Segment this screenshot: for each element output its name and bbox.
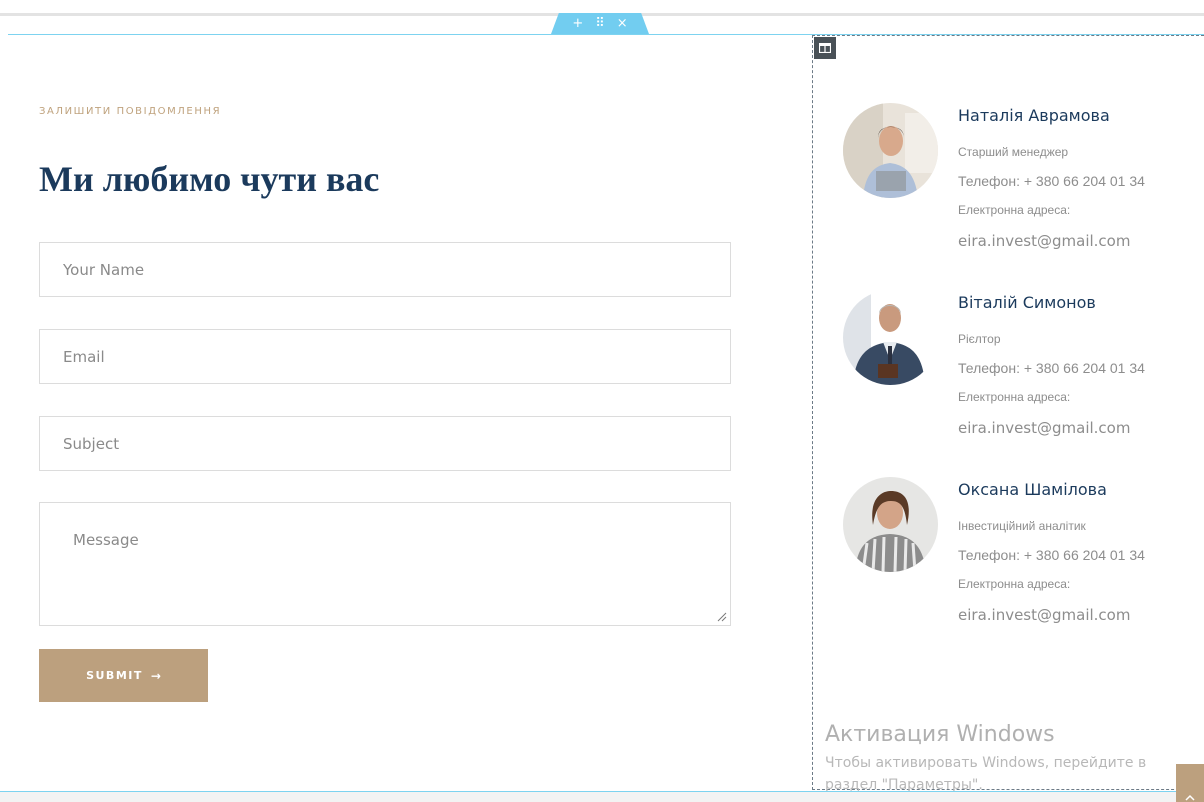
name-placeholder: Your Name (63, 260, 145, 279)
form-eyebrow: ЗАЛИШИТИ ПОВІДОМЛЕННЯ (39, 106, 222, 117)
avatar-photo (843, 477, 938, 572)
avatar-photo (843, 103, 938, 198)
windows-activation-line-1: Чтобы активировать Windows, перейдите в (825, 755, 1147, 771)
contact-email-label: Електронна адреса: (958, 203, 1071, 217)
scroll-to-top-button[interactable] (1176, 764, 1204, 802)
subject-placeholder: Subject (63, 434, 120, 453)
windows-activation-title: Активация Windows (825, 722, 1055, 747)
contact-email[interactable]: eira.invest@gmail.com (958, 232, 1130, 250)
add-section-icon[interactable]: + (572, 17, 583, 30)
subject-field[interactable]: Subject (39, 416, 731, 471)
email-placeholder: Email (63, 347, 105, 366)
column-layout-icon (819, 43, 831, 53)
contact-name: Віталій Симонов (958, 293, 1096, 312)
avatar-photo (843, 290, 938, 385)
contact-email[interactable]: eira.invest@gmail.com (958, 606, 1130, 624)
message-placeholder: Message (73, 531, 139, 549)
contact-role: Інвестиційний аналітик (958, 519, 1086, 533)
email-field[interactable]: Email (39, 329, 731, 384)
contact-email-label: Електронна адреса: (958, 390, 1071, 404)
arrow-right-icon: → (150, 668, 161, 683)
contact-phone: Телефон: + 380 66 204 01 34 (958, 173, 1145, 189)
contact-name: Наталія Аврамова (958, 106, 1110, 125)
contact-role: Рієлтор (958, 332, 1001, 346)
message-field[interactable]: Message (39, 502, 731, 626)
contact-phone: Телефон: + 380 66 204 01 34 (958, 547, 1145, 563)
section-handle[interactable]: + ⠿ × (551, 13, 649, 34)
form-heading: Ми любимо чути вас (39, 159, 380, 199)
contact-name: Оксана Шамілова (958, 480, 1107, 499)
column-outline-left (812, 35, 813, 795)
column-handle[interactable] (814, 37, 836, 59)
page-bottom-strip (0, 792, 1204, 802)
contact-email-label: Електронна адреса: (958, 577, 1071, 591)
contact-role: Старший менеджер (958, 145, 1069, 159)
contact-phone: Телефон: + 380 66 204 01 34 (958, 360, 1145, 376)
resize-grip-icon[interactable] (717, 612, 727, 622)
move-section-icon[interactable]: ⠿ (595, 17, 605, 30)
column-outline-top (812, 35, 1204, 36)
submit-button[interactable]: SUBMIT → (39, 649, 208, 702)
close-section-icon[interactable]: × (617, 17, 628, 30)
chevron-up-icon (1185, 794, 1195, 801)
contact-email[interactable]: eira.invest@gmail.com (958, 419, 1130, 437)
submit-label: SUBMIT (86, 669, 143, 682)
name-field[interactable]: Your Name (39, 242, 731, 297)
